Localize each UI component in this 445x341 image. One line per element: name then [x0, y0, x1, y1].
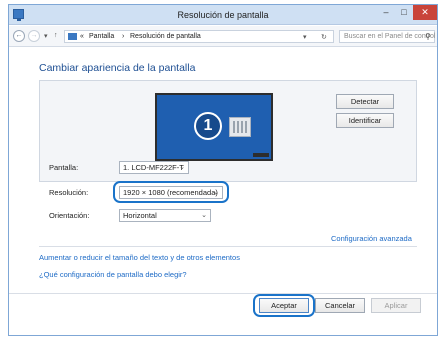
maximize-button[interactable]: □: [395, 5, 413, 20]
minimize-button[interactable]: –: [377, 5, 395, 20]
resolution-label: Resolución:: [49, 188, 89, 197]
chevron-down-icon[interactable]: ▾: [303, 33, 307, 41]
which-settings-link[interactable]: ¿Qué configuración de pantalla debo eleg…: [39, 270, 187, 279]
detect-button[interactable]: Detectar: [336, 94, 394, 109]
chevron-down-icon: ⌄: [179, 164, 185, 171]
breadcrumb-separator[interactable]: ›: [122, 33, 124, 40]
orientation-value: Horizontal: [123, 211, 157, 220]
cancel-button[interactable]: Cancelar: [315, 298, 365, 313]
breadcrumb-item-resolucion[interactable]: Resolución de pantalla: [130, 33, 201, 40]
address-bar: ← → ▾ ↑ « Pantalla › Resolución de panta…: [9, 26, 437, 47]
search-input[interactable]: Buscar en el Panel de control ⚲: [339, 30, 435, 43]
main-content: Cambiar apariencia de la pantalla 1 Dete…: [9, 48, 437, 293]
orientation-select[interactable]: Horizontal ⌄: [119, 209, 211, 222]
forward-arrow-icon[interactable]: →: [28, 30, 40, 42]
monitor-icon: [68, 33, 77, 40]
apply-button[interactable]: Aplicar: [371, 298, 421, 313]
screen-value: 1. LCD-MF222F-T: [123, 163, 184, 172]
back-arrow-icon[interactable]: ←: [13, 30, 25, 42]
monitor-number-badge: 1: [194, 112, 222, 140]
divider: [39, 246, 417, 247]
text-size-link[interactable]: Aumentar o reducir el tamaño del texto y…: [39, 253, 240, 262]
breadcrumb-item-pantalla[interactable]: Pantalla: [89, 33, 114, 40]
screen-select[interactable]: 1. LCD-MF222F-T ⌄: [119, 161, 189, 174]
page-title: Cambiar apariencia de la pantalla: [39, 62, 196, 74]
taskbar-preview: [253, 153, 269, 157]
orientation-label: Orientación:: [49, 211, 90, 220]
advanced-settings-link[interactable]: Configuración avanzada: [331, 234, 412, 243]
search-placeholder: Buscar en el Panel de control: [344, 33, 436, 40]
window-title: Resolución de pantalla: [177, 10, 269, 20]
accept-highlight: [253, 294, 315, 317]
recent-locations-icon[interactable]: ▾: [44, 32, 48, 40]
refresh-icon[interactable]: ↻: [321, 33, 327, 41]
monitor-1[interactable]: 1: [155, 93, 273, 161]
identify-button[interactable]: Identificar: [336, 113, 394, 128]
chevron-down-icon: ⌄: [201, 212, 207, 219]
monitor-arrangement-area: 1 Detectar Identificar: [39, 80, 417, 182]
search-icon[interactable]: ⚲: [425, 32, 431, 41]
up-arrow-icon[interactable]: ↑: [54, 32, 58, 39]
footer-divider: [9, 293, 437, 294]
breadcrumb[interactable]: « Pantalla › Resolución de pantalla ▾ ↻: [64, 30, 334, 43]
close-button[interactable]: ✕: [413, 5, 437, 20]
display-settings-window: Resolución de pantalla – □ ✕ ← → ▾ ↑ « P…: [8, 4, 438, 336]
screen-label: Pantalla:: [49, 163, 79, 172]
breadcrumb-overflow[interactable]: «: [80, 33, 84, 40]
resolution-highlight: [113, 181, 229, 203]
desktop-preview-icon: [229, 117, 251, 137]
title-bar: Resolución de pantalla – □ ✕: [9, 5, 437, 25]
